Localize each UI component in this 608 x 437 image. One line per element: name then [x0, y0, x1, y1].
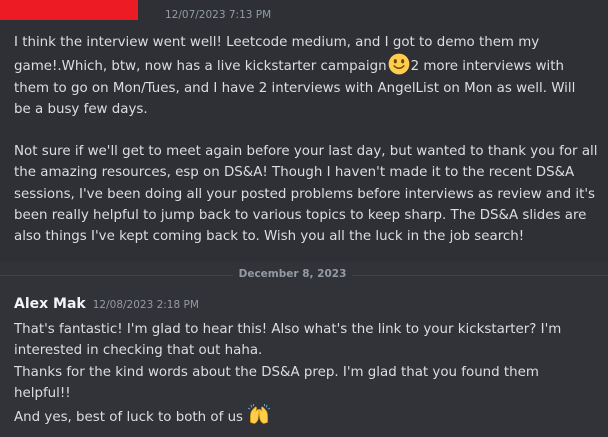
message-line: helpful!! [14, 385, 71, 401]
message-line: I think the interview went well! Leetcod… [14, 35, 540, 50]
message-group-second: Alex Mak 12/08/2023 2:18 PM That's fanta… [0, 288, 608, 437]
divider-line [352, 275, 608, 276]
message-text: 2 more interviews with [410, 59, 564, 75]
divider-line [0, 275, 233, 276]
message-line: Not sure if we'll get to meet again befo… [14, 144, 598, 160]
date-divider-label: December 8, 2023 [238, 268, 347, 280]
message-text: game!.Which, btw, now has a live kicksta… [14, 59, 387, 75]
message-line: also things I've kept coming back to. Wi… [14, 229, 525, 245]
message-line: interested in checking that out haha. [14, 343, 263, 359]
message-paragraph: That's fantastic! I'm glad to hear this!… [14, 319, 606, 428]
message-line: the amazing resources, esp on DS&A! Thou… [14, 165, 575, 181]
message-paragraph: I think the interview went well! Leetcod… [14, 32, 606, 120]
message-timestamp[interactable]: 12/07/2023 7:13 PM [165, 9, 271, 21]
message-content: That's fantastic! I'm glad to hear this!… [14, 319, 606, 428]
message-line: be a busy few days. [14, 101, 148, 117]
author-name[interactable]: Alex Mak [14, 296, 86, 312]
message-line: been really helpful to jump back to vari… [14, 208, 587, 224]
message-line: That's fantastic! I'm glad to hear this!… [14, 322, 562, 337]
message-group-first: 12/07/2023 7:13 PM I think the interview… [0, 0, 608, 262]
message-text: And yes, best of luck to both of us [14, 410, 244, 426]
message-paragraph: Not sure if we'll get to meet again befo… [14, 141, 606, 247]
message-line: them to go on Mon/Tues, and I have 2 int… [14, 80, 576, 96]
message-line: Thanks for the kind words about the DS&A… [14, 364, 539, 380]
message-line: game!.Which, btw, now has a live kicksta… [14, 53, 606, 77]
message-header: Alex Mak 12/08/2023 2:18 PM [14, 296, 199, 312]
message-line: And yes, best of luck to both of us [14, 404, 606, 428]
message-line: sessions, I've been doing all your poste… [14, 186, 595, 202]
redacted-author-name [0, 0, 138, 20]
slightly-smiling-face-emoji[interactable] [388, 53, 410, 75]
message-timestamp[interactable]: 12/08/2023 2:18 PM [93, 299, 199, 311]
message-content: I think the interview went well! Leetcod… [14, 32, 606, 248]
date-divider: December 8, 2023 [0, 266, 608, 284]
raising-hands-emoji[interactable] [248, 404, 271, 426]
